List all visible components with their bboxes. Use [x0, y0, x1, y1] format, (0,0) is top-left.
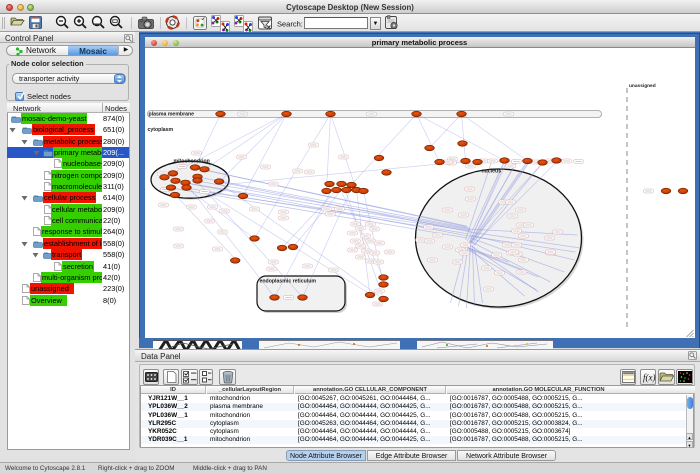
svg-text:cytoplasm: cytoplasm: [147, 127, 173, 133]
svg-text:mitochondrion: mitochondrion: [173, 159, 209, 165]
svg-text:Search:: Search:: [277, 20, 303, 29]
svg-text:plasma membrane: plasma membrane: [148, 112, 194, 118]
svg-text:unassigned: unassigned: [629, 83, 656, 89]
svg-text:f(x): f(x): [643, 373, 656, 383]
svg-text:nucleus: nucleus: [481, 169, 501, 175]
svg-text:endoplasmic reticulum: endoplasmic reticulum: [259, 279, 316, 285]
